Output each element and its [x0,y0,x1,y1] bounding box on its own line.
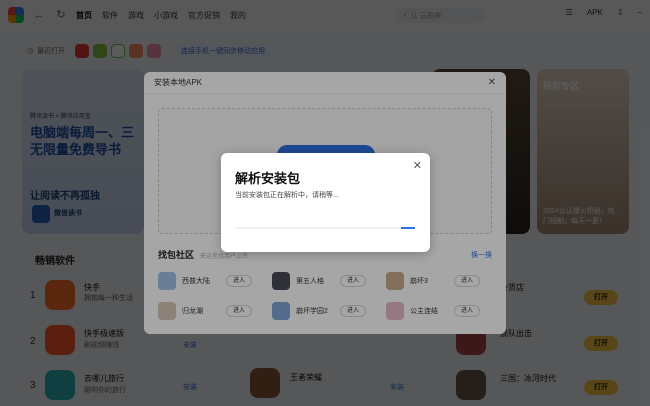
modal-title: 解析安装包 [235,171,301,186]
progress-bar [235,227,415,229]
close-icon[interactable]: ✕ [413,159,422,172]
progress-fill [400,227,415,229]
parsing-modal: 解析安装包 ✕ 当前安装包正在解析中，请稍等... [221,153,430,252]
modal-message: 当前安装包正在解析中，请稍等... [235,192,339,199]
